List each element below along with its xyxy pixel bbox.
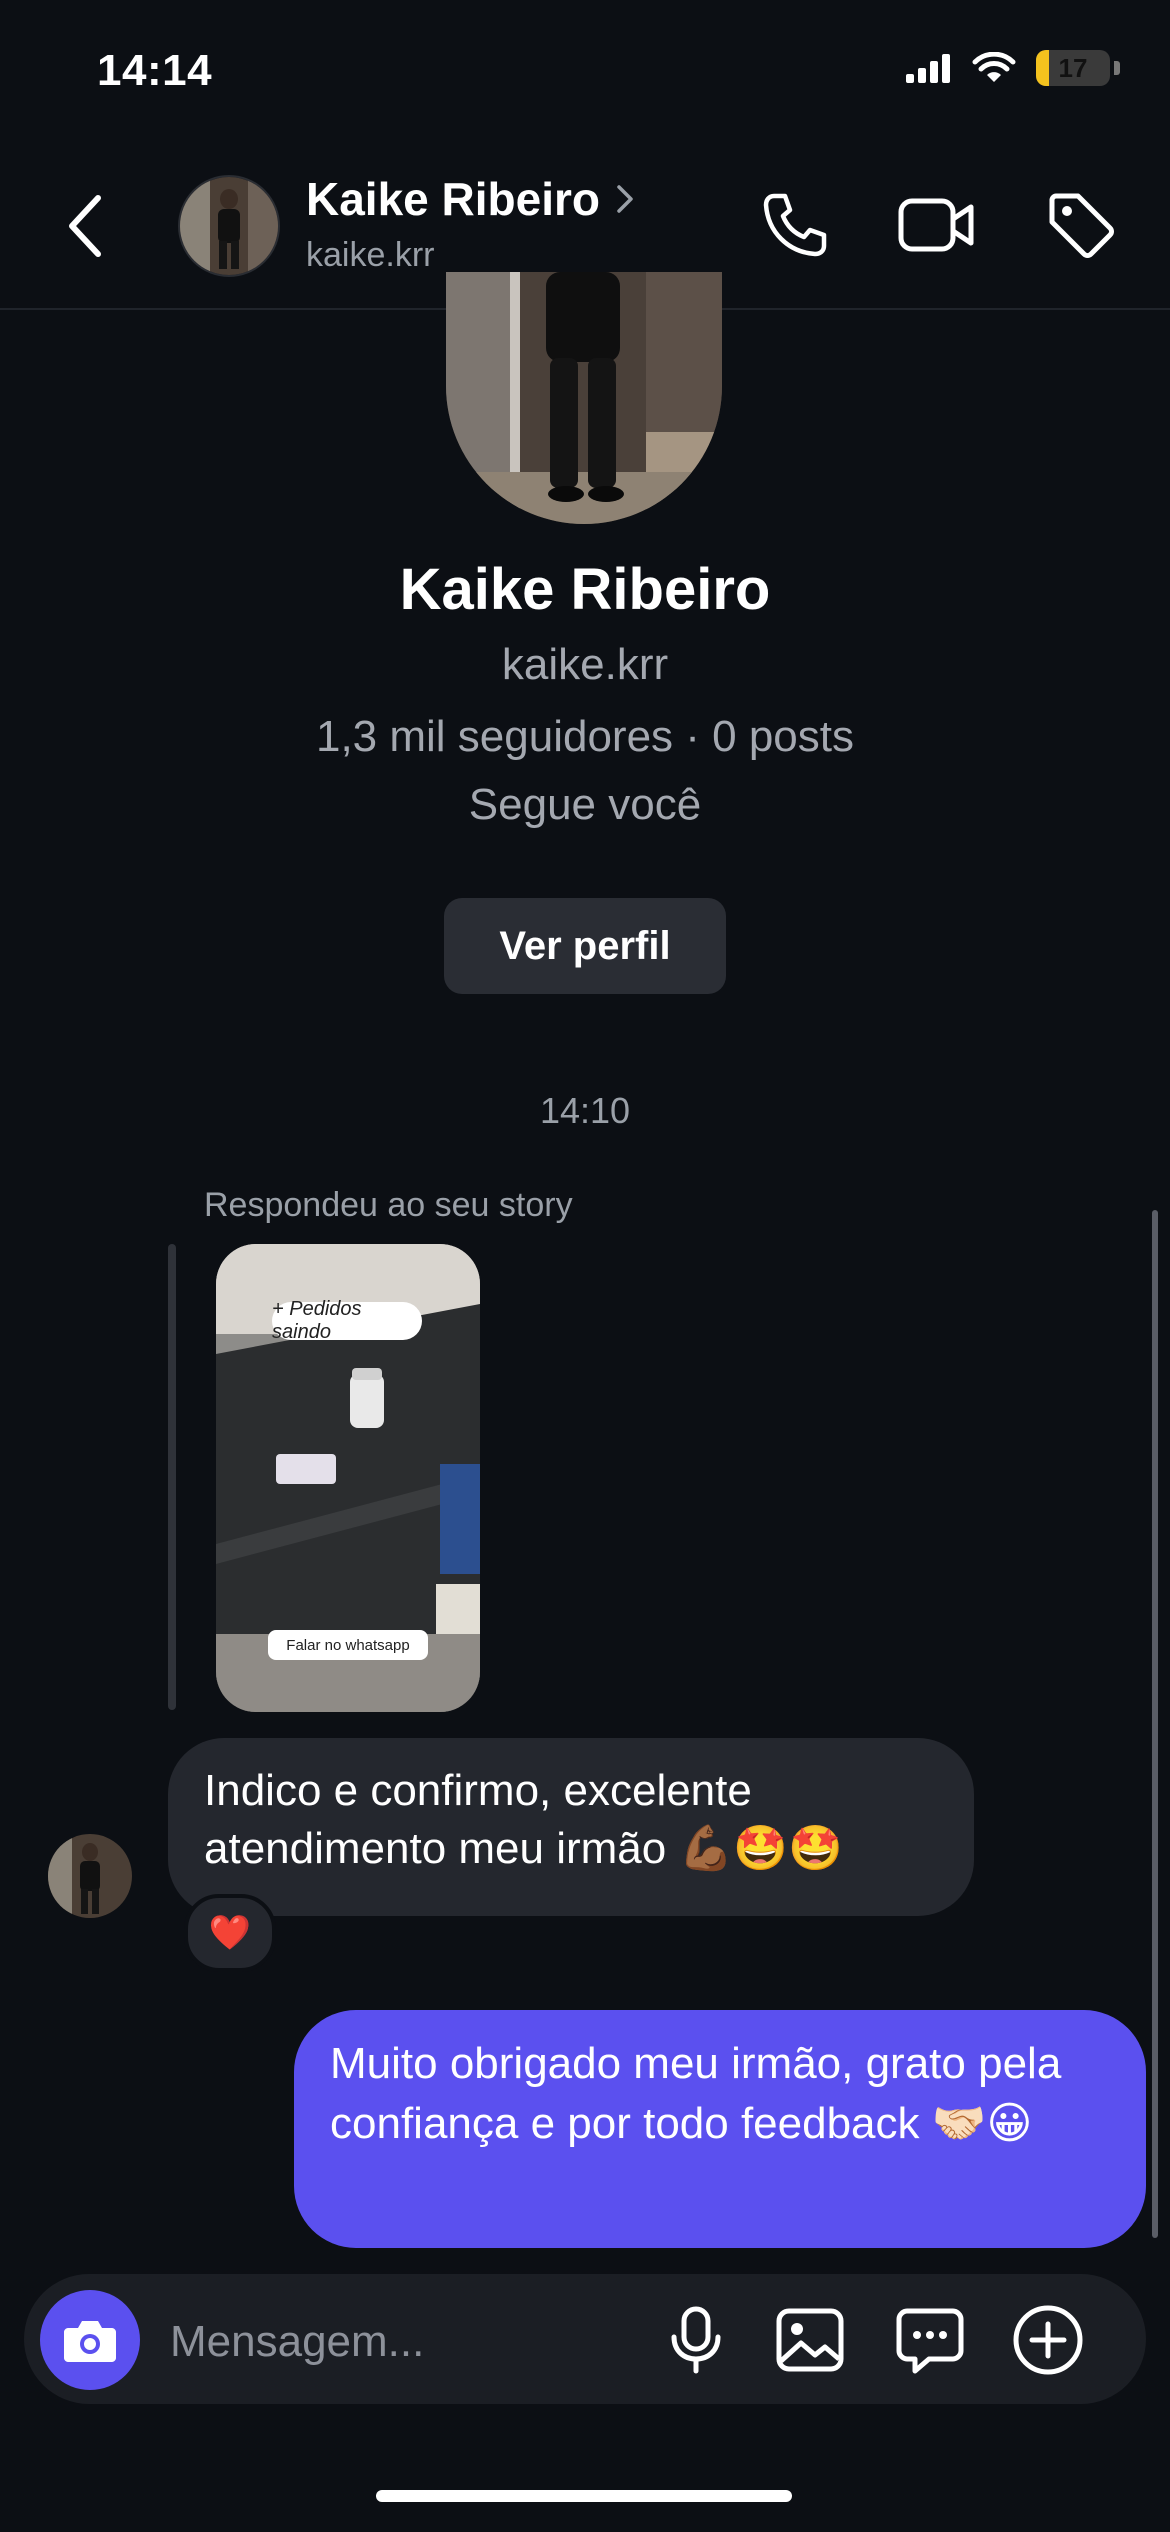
header-avatar[interactable]	[178, 175, 280, 277]
incoming-message-text: Indico e confirmo, excelente atendimento…	[204, 1766, 843, 1873]
video-icon	[898, 198, 974, 252]
reply-quote-bar	[168, 1244, 176, 1710]
story-sticker-text: + Pedidos saindo	[272, 1298, 422, 1343]
battery-indicator: 17	[1036, 50, 1110, 86]
sender-avatar[interactable]	[48, 1834, 132, 1918]
header-name-text: Kaike Ribeiro	[306, 173, 600, 225]
gallery-button[interactable]	[768, 2294, 852, 2386]
camera-button[interactable]	[40, 2290, 140, 2390]
voice-message-button[interactable]	[654, 2294, 738, 2386]
wifi-icon	[972, 52, 1016, 82]
signal-icon	[906, 54, 950, 83]
status-icons: 17	[906, 50, 1120, 86]
sticker-button[interactable]	[888, 2294, 972, 2386]
back-chevron-icon	[69, 195, 101, 257]
story-link-sticker: Falar no whatsapp	[268, 1630, 428, 1660]
call-button[interactable]	[750, 180, 840, 270]
back-button[interactable]	[64, 186, 124, 266]
heart-reaction[interactable]: ❤️	[184, 1894, 276, 1972]
outgoing-message-text: Muito obrigado meu irmão, grato pela con…	[330, 2039, 1062, 2148]
camera-icon	[64, 2321, 116, 2362]
battery-percent: 17	[1058, 52, 1088, 83]
profile-stats: 1,3 mil seguidores · 0 posts	[315, 712, 855, 761]
header-name[interactable]: Kaike Ribeiro	[306, 172, 634, 226]
video-call-button[interactable]	[892, 180, 982, 270]
tag-icon	[1049, 193, 1114, 258]
header-username: kaike.krr	[306, 236, 435, 274]
scrollbar[interactable]	[1152, 1210, 1158, 2238]
battery-nub	[1114, 61, 1120, 75]
view-profile-button[interactable]: Ver perfil	[444, 898, 726, 994]
chat-sticker-icon	[896, 2308, 964, 2374]
tag-button[interactable]	[1036, 180, 1126, 270]
chevron-right-icon	[617, 185, 633, 213]
profile-username: kaike.krr	[501, 640, 669, 689]
home-indicator[interactable]	[376, 2490, 792, 2502]
microphone-icon	[671, 2306, 721, 2374]
profile-name: Kaike Ribeiro	[399, 557, 771, 622]
message-timestamp: 14:10	[539, 1090, 631, 1131]
plus-circle-icon	[1013, 2305, 1083, 2375]
status-time: 14:14	[97, 46, 213, 95]
gallery-icon	[776, 2308, 844, 2372]
message-input[interactable]	[168, 2306, 632, 2378]
follows-you-label: Segue você	[468, 780, 702, 829]
phone-icon	[763, 193, 827, 257]
profile-avatar[interactable]	[446, 272, 722, 524]
more-options-button[interactable]	[1006, 2294, 1090, 2386]
story-reply-label: Respondeu ao seu story	[204, 1186, 573, 1224]
